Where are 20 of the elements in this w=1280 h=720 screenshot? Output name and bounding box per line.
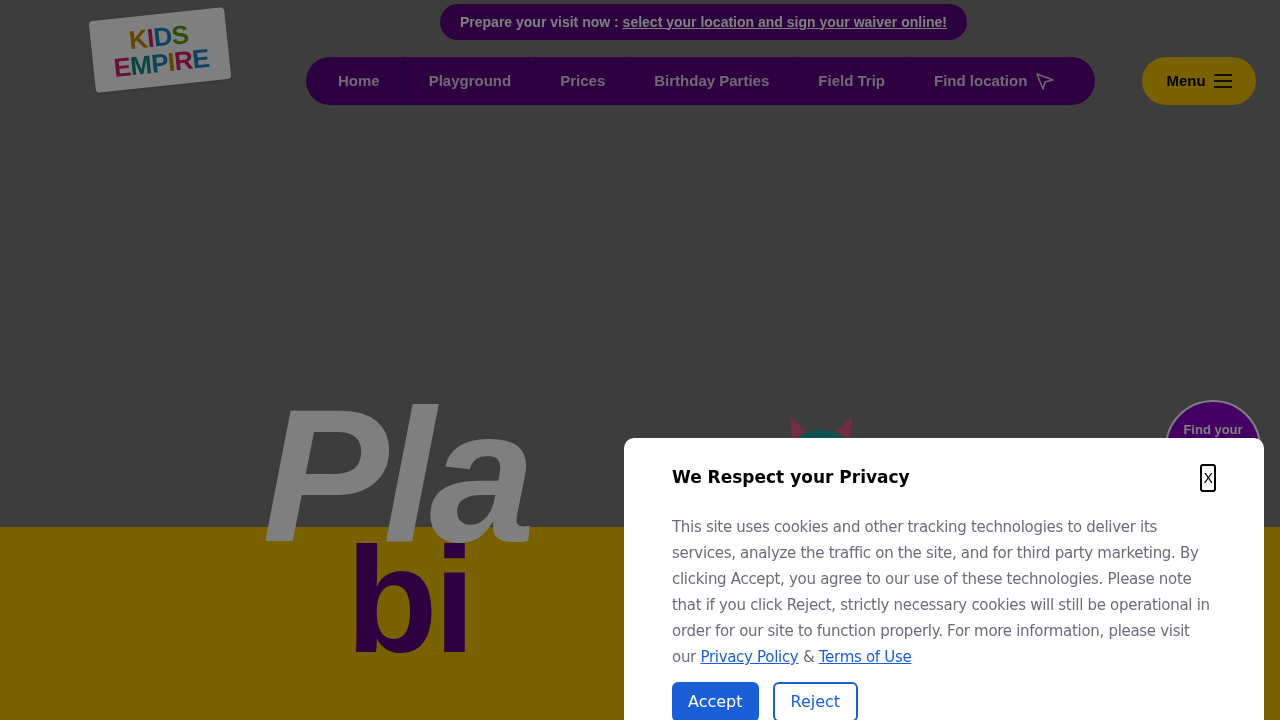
nav-link[interactable]: Home	[314, 57, 404, 105]
nav-link[interactable]: Prices	[536, 57, 630, 105]
dialog-body-text: This site uses cookies and other tracking technologies to deliver its services, analyze the traffic on the site, and for third party marketing. By clicking Accept, you agree to our use of these technologies. Please note that if you click Reject, strictly necessary cookies will still be operational in order for our site to function properly. For more information, please visit our Privacy Policy & Terms of Use	[672, 517, 1211, 668]
accept-button[interactable]: Accept	[672, 682, 759, 720]
nav-link[interactable]: Find location	[910, 57, 1080, 105]
close-button[interactable]: X	[1200, 464, 1216, 492]
nav-link[interactable]: Playground	[404, 57, 536, 105]
logo[interactable]: KIDS EMPIRE	[88, 7, 232, 93]
nav-link[interactable]: Birthday Parties	[630, 57, 794, 105]
terms-of-use-link[interactable]: Terms of Use	[818, 648, 912, 666]
dialog-title: We Respect your Privacy	[672, 466, 910, 490]
privacy-policy-link[interactable]: Privacy Policy	[700, 648, 799, 666]
reject-button[interactable]: Reject	[772, 682, 859, 720]
badge-label: Find your	[1183, 422, 1243, 438]
nav-link[interactable]: Field Trip	[794, 57, 909, 105]
cursor-arrow-icon	[1035, 71, 1056, 91]
menu-icon	[1213, 74, 1232, 88]
announcement-text: Prepare your visit now : select your location and sign your waiver online!	[460, 12, 947, 32]
waiver-link[interactable]: select your location and sign your waiver online!	[622, 13, 947, 30]
menu-button[interactable]: Menu	[1142, 57, 1256, 105]
